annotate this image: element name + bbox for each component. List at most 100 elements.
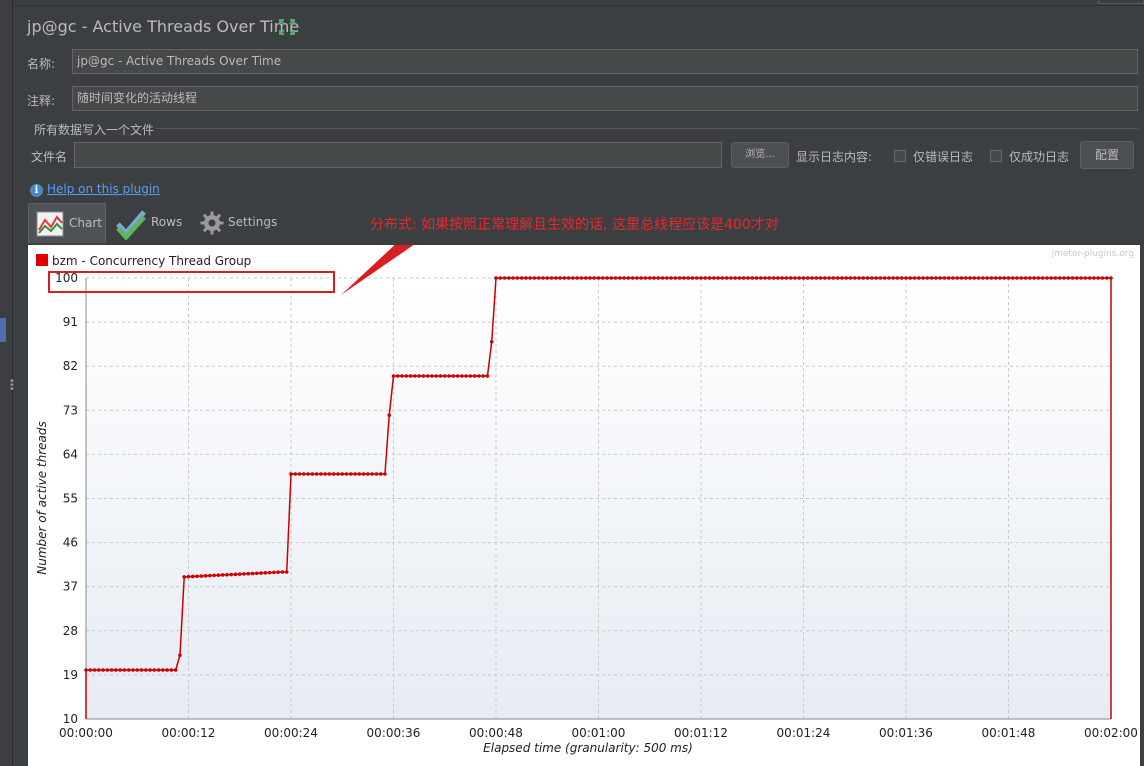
data-point	[114, 668, 118, 672]
data-point	[1015, 276, 1019, 280]
errors-only-checkbox[interactable]	[894, 150, 906, 162]
data-point	[1023, 276, 1028, 280]
success-only-label: 仅成功日志	[1009, 150, 1070, 164]
data-point	[237, 572, 242, 576]
data-point	[750, 276, 755, 280]
file-label: 文件名	[31, 150, 68, 164]
data-point	[430, 374, 434, 378]
data-point	[1032, 276, 1036, 280]
data-point	[532, 276, 537, 280]
data-point	[746, 276, 750, 280]
data-point	[327, 472, 332, 476]
x-tick-label: 00:01:36	[879, 726, 933, 740]
data-point	[861, 276, 866, 280]
config-button[interactable]: 配置	[1080, 141, 1134, 169]
data-point	[178, 653, 182, 658]
data-point	[1045, 276, 1049, 280]
data-point	[673, 276, 678, 280]
data-point	[784, 276, 789, 280]
data-point	[421, 374, 426, 378]
data-point	[562, 276, 567, 280]
data-point	[242, 572, 246, 576]
data-point	[566, 276, 571, 280]
data-point	[934, 276, 938, 280]
data-point	[105, 668, 110, 672]
tab-settings[interactable]: Settings	[198, 203, 282, 243]
name-field[interactable]: jp@gc - Active Threads Over Time	[72, 49, 1138, 74]
annotation-text: 分布式: 如果按照正常理解且生效的话, 这里总线程应该是400才对	[370, 217, 779, 233]
data-point	[818, 276, 823, 280]
data-point	[972, 276, 977, 280]
data-point	[635, 276, 639, 280]
data-point	[656, 276, 661, 280]
x-axis-title: Elapsed time (granularity: 500 ms)	[483, 741, 693, 755]
x-tick-label: 00:00:48	[469, 726, 523, 740]
chart-watermark: jmeter-plugins.org	[1051, 249, 1134, 259]
data-point	[378, 472, 383, 476]
data-point	[489, 339, 494, 344]
x-tick-label: 00:00:36	[367, 726, 421, 740]
data-point	[1075, 276, 1079, 280]
data-point	[451, 374, 456, 378]
data-point	[904, 276, 908, 280]
legend-swatch	[36, 254, 48, 266]
data-point	[716, 276, 720, 280]
data-point	[553, 276, 558, 280]
help-link[interactable]: Help on this plugin	[47, 182, 160, 196]
comment-field[interactable]: 随时间变化的活动线程	[72, 86, 1138, 111]
data-point	[1002, 276, 1007, 280]
top-right-button[interactable]	[1098, 0, 1144, 4]
data-point	[331, 472, 336, 476]
data-point	[707, 276, 712, 280]
data-point	[690, 276, 695, 280]
tab-chart[interactable]: Chart	[28, 203, 106, 243]
data-point	[109, 668, 114, 672]
tab-chart-label: Chart	[69, 216, 102, 230]
data-point	[276, 570, 280, 575]
data-point	[1028, 276, 1032, 280]
x-tick-label: 00:00:00	[59, 726, 113, 740]
data-point	[571, 276, 575, 280]
x-tick-label: 00:01:12	[674, 726, 728, 740]
data-point	[101, 668, 105, 672]
data-point	[284, 570, 289, 574]
data-point	[404, 374, 409, 378]
data-point	[929, 276, 934, 280]
data-point	[831, 276, 836, 280]
browse-button[interactable]: 浏览...	[731, 142, 789, 168]
data-point	[844, 276, 849, 280]
data-point	[143, 668, 148, 672]
data-point	[810, 276, 814, 280]
data-point	[998, 276, 1002, 280]
file-name-input[interactable]	[74, 142, 722, 168]
data-point	[1006, 276, 1011, 280]
splitter-grip-icon[interactable]: • • •	[9, 377, 15, 395]
data-point	[255, 571, 259, 576]
success-only-checkbox[interactable]	[990, 150, 1002, 162]
data-point	[639, 276, 644, 280]
data-point	[776, 276, 780, 280]
data-point	[190, 574, 195, 579]
y-tick-label: 64	[63, 447, 78, 461]
chart-tab-icon	[36, 211, 64, 237]
data-point	[88, 668, 93, 672]
data-point	[233, 572, 238, 577]
data-point	[549, 276, 554, 280]
data-point	[182, 575, 187, 579]
x-tick-label: 00:01:48	[982, 726, 1036, 740]
data-point	[84, 668, 88, 672]
data-point	[165, 668, 169, 672]
data-point	[246, 571, 251, 576]
data-point	[823, 276, 827, 280]
tab-rows[interactable]: Rows	[112, 203, 192, 243]
data-point	[660, 276, 665, 280]
data-point	[1036, 276, 1041, 280]
expand-icon[interactable]	[278, 18, 296, 36]
data-point	[626, 276, 631, 280]
data-point	[596, 276, 601, 280]
data-point	[259, 571, 263, 575]
data-point	[592, 276, 597, 280]
data-point	[348, 472, 353, 476]
y-tick-label: 73	[63, 403, 78, 417]
data-point	[758, 276, 763, 280]
